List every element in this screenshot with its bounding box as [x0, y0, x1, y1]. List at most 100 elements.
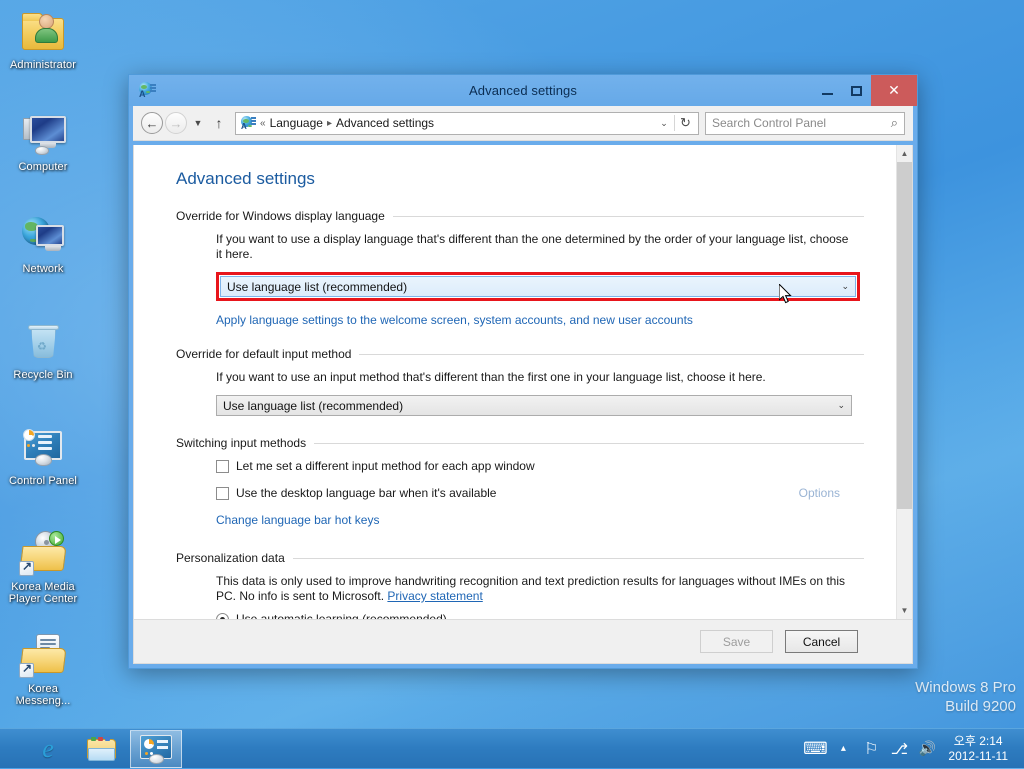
default-input-method-combobox[interactable]: Use language list (recommended) ⌄	[216, 395, 852, 416]
checkbox-row-desktop-language-bar[interactable]: Use the desktop language bar when it's a…	[216, 486, 854, 500]
minimize-button[interactable]	[813, 75, 842, 106]
taskbar: e ⌨ ▴ ⚐ ⎇ 🔊 오후 2:14 2012-11-11	[0, 728, 1024, 768]
maximize-button[interactable]	[842, 75, 871, 106]
desktop-icon-label: Control Panel	[9, 475, 77, 487]
scroll-up-arrow-icon[interactable]: ▲	[897, 145, 912, 162]
search-icon: ⌕	[890, 115, 898, 130]
default-input-method-value: Use language list (recommended)	[223, 398, 404, 413]
address-prefix: «	[260, 117, 266, 129]
taskbar-control-panel[interactable]	[130, 729, 182, 768]
media-folder-shortcut-icon	[19, 530, 67, 578]
language-bar-options-link[interactable]: Options	[799, 486, 854, 500]
page-title: Advanced settings	[176, 169, 315, 188]
per-app-input-method-checkbox[interactable]	[216, 459, 229, 473]
forward-button[interactable]: →	[165, 112, 187, 134]
desktop-icon-label: Korea	[28, 683, 58, 695]
desktop-icon-control-panel[interactable]: Control Panel	[0, 424, 86, 487]
change-language-bar-hot-keys-link[interactable]: Change language bar hot keys	[216, 513, 379, 527]
clock-time: 오후 2:14	[953, 733, 1003, 748]
desktop-icon-label: Administrator	[9, 59, 77, 71]
desktop-icon-label: Computer	[18, 161, 68, 173]
section-override-input-method: Override for default input method If you…	[176, 347, 864, 416]
volume-speaker-icon[interactable]: 🔊	[914, 732, 940, 766]
section-personalization-data: Personalization data This data is only u…	[176, 551, 864, 619]
watermark-build: Build 9200	[945, 698, 1016, 715]
navigation-toolbar: ← → ▼ ↑ A « Language ▸ Advanced settings…	[133, 106, 913, 141]
address-bar[interactable]: A « Language ▸ Advanced settings ⌄ ↻	[235, 111, 699, 135]
section-heading: Override for default input method	[176, 347, 352, 361]
desktop-icon-administrator[interactable]: Administrator	[0, 8, 86, 71]
control-panel-icon	[139, 734, 173, 764]
section-description: If you want to use a display language th…	[216, 232, 849, 261]
scrollbar-thumb[interactable]	[897, 162, 912, 509]
keyboard-icon[interactable]: ⌨	[802, 732, 828, 766]
section-divider	[359, 353, 864, 355]
desktop-icon-korea-messenger[interactable]: Korea Messeng...	[0, 632, 86, 707]
language-settings-icon: A	[138, 81, 156, 99]
radio-row-automatic-learning[interactable]: Use automatic learning (recommended)	[216, 612, 864, 619]
chevron-down-icon: ⌄	[841, 281, 849, 291]
cancel-button[interactable]: Cancel	[785, 630, 858, 653]
chevron-down-icon: ⌄	[837, 400, 845, 410]
clock-date: 2012-11-11	[948, 748, 1008, 763]
desktop-language-bar-label: Use the desktop language bar when it's a…	[236, 486, 497, 500]
up-one-level-button[interactable]: ↑	[209, 112, 229, 134]
recycle-bin-icon: ♻	[19, 318, 67, 366]
section-description: This data is only used to improve handwr…	[216, 574, 856, 604]
section-heading: Override for Windows display language	[176, 209, 385, 223]
display-language-combobox[interactable]: Use language list (recommended) ⌄	[220, 276, 856, 297]
taskbar-clock[interactable]: 오후 2:14 2012-11-11	[942, 734, 1018, 764]
apply-language-settings-link[interactable]: Apply language settings to the welcome s…	[216, 313, 693, 327]
checkbox-row-per-app-input-method[interactable]: Let me set a different input method for …	[216, 459, 854, 473]
desktop-icon-network[interactable]: Network	[0, 212, 86, 275]
back-button[interactable]: ←	[141, 112, 163, 134]
content-scrollbar[interactable]: ▲ ▼	[896, 145, 912, 619]
refresh-icon[interactable]: ↻	[674, 115, 696, 131]
dialog-footer: Save Cancel	[133, 620, 913, 664]
windows-activation-watermark: Windows 8 Pro Build 9200	[915, 678, 1016, 716]
close-button[interactable]: ✕	[871, 75, 917, 106]
privacy-statement-link[interactable]: Privacy statement	[387, 589, 482, 603]
section-divider	[314, 442, 864, 444]
settings-scroll-region: Advanced settings Override for Windows d…	[134, 145, 896, 619]
internet-explorer-icon: e	[42, 733, 54, 763]
taskbar-file-explorer[interactable]	[76, 730, 128, 768]
breadcrumb-separator: ▸	[326, 117, 332, 129]
section-switching-input-methods: Switching input methods Let me set a dif…	[176, 436, 864, 529]
desktop-icon-korea-media-player-center[interactable]: Korea Media Player Center	[0, 530, 86, 605]
scroll-down-arrow-icon[interactable]: ▼	[897, 602, 912, 619]
breadcrumb-advanced-settings[interactable]: Advanced settings	[336, 116, 434, 130]
personalization-description-text: This data is only used to improve handwr…	[216, 574, 846, 603]
desktop-icon-label-line2: Player Center	[8, 593, 78, 605]
file-explorer-icon	[87, 736, 117, 761]
automatic-learning-radio[interactable]	[216, 612, 229, 619]
desktop-icon-recycle-bin[interactable]: ♻ Recycle Bin	[0, 318, 86, 381]
watermark-edition: Windows 8 Pro	[915, 679, 1016, 696]
desktop-icon-label-line2: Messeng...	[15, 695, 71, 707]
desktop-icon-computer[interactable]: Computer	[0, 110, 86, 173]
action-center-flag-icon[interactable]: ⚐	[858, 732, 884, 766]
automatic-learning-label: Use automatic learning (recommended)	[236, 612, 447, 619]
user-folder-icon	[19, 8, 67, 56]
advanced-settings-window[interactable]: A Advanced settings ✕ ← → ▼ ↑ A « Langua…	[128, 74, 918, 669]
messenger-folder-shortcut-icon	[19, 632, 67, 680]
search-control-panel-input[interactable]: Search Control Panel ⌕	[705, 111, 905, 135]
system-tray: ⌨ ▴ ⚐ ⎇ 🔊 오후 2:14 2012-11-11	[802, 729, 1024, 769]
network-icon[interactable]: ⎇	[886, 732, 912, 766]
save-button[interactable]: Save	[700, 630, 773, 653]
control-panel-icon	[19, 424, 67, 472]
desktop-icon-label: Network	[22, 263, 64, 275]
address-dropdown-chevron-down-icon[interactable]: ⌄	[656, 118, 672, 129]
desktop-language-bar-checkbox[interactable]	[216, 486, 229, 500]
recent-locations-chevron-down-icon[interactable]: ▼	[189, 112, 207, 134]
show-hidden-icons-chevron-up-icon[interactable]: ▴	[830, 732, 856, 766]
content-area: Advanced settings Override for Windows d…	[133, 145, 913, 620]
search-placeholder: Search Control Panel	[712, 116, 827, 130]
window-titlebar[interactable]: A Advanced settings ✕	[129, 75, 917, 106]
section-override-display-language: Override for Windows display language If…	[176, 209, 864, 329]
network-icon	[19, 212, 67, 260]
display-language-highlight-box: Use language list (recommended) ⌄	[216, 272, 860, 301]
breadcrumb-language[interactable]: Language	[270, 116, 323, 130]
desktop-icon-label: Korea Media	[11, 581, 75, 593]
taskbar-internet-explorer[interactable]: e	[22, 730, 74, 768]
